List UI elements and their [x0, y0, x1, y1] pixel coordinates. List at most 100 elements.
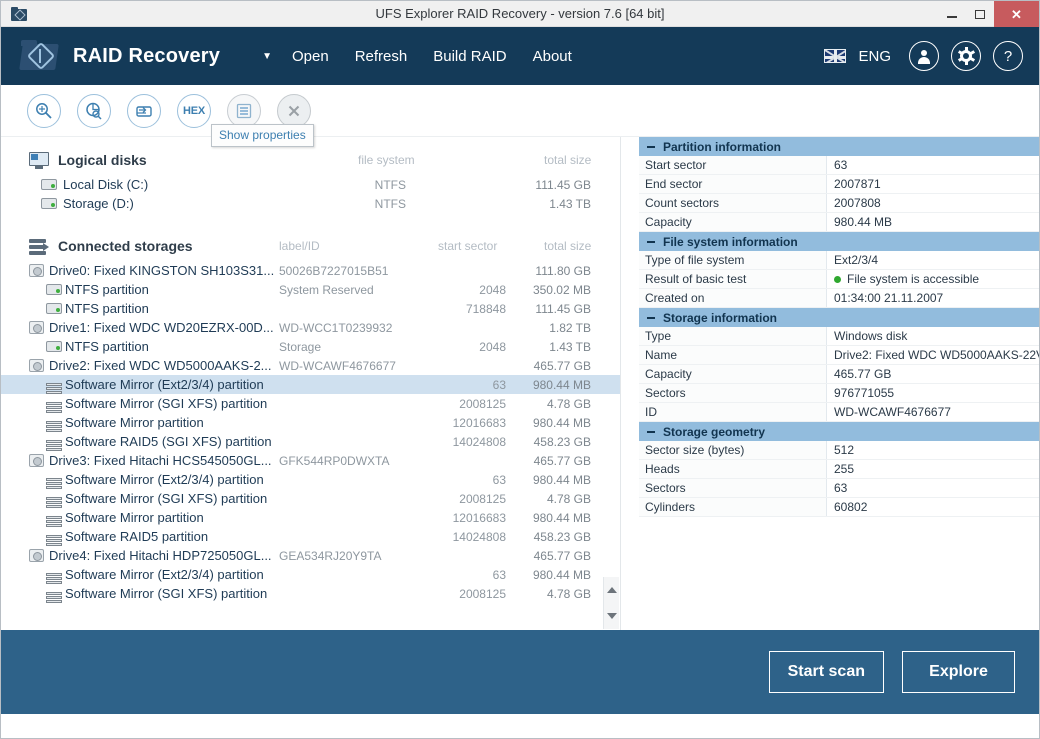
property-key: Name	[639, 346, 827, 364]
minimize-button[interactable]	[938, 1, 966, 27]
storage-drive-row[interactable]: Drive2: Fixed WDC WD5000AAKS-2... WD-WCAW…	[1, 356, 620, 375]
storage-partition-row[interactable]: NTFS partition Storage 2048 1.43 TB	[1, 337, 620, 356]
storage-row-size: 4.78 GB	[546, 491, 591, 506]
property-section-header[interactable]: Storage information	[639, 308, 1039, 327]
property-value: 976771055	[834, 386, 895, 400]
property-section-header[interactable]: Storage geometry	[639, 422, 1039, 441]
storage-row-size: 980.44 MB	[532, 510, 591, 525]
storage-drive-row[interactable]: Drive4: Fixed Hitachi HDP725050GL... GEA5…	[1, 546, 620, 565]
storage-drive-row[interactable]: Drive0: Fixed KINGSTON SH103S31... 50026B…	[1, 261, 620, 280]
storage-partition-row[interactable]: NTFS partition 718848 111.45 GB	[1, 299, 620, 318]
storage-drive-row[interactable]: Drive3: Fixed Hitachi HCS545050GL... GFK5…	[1, 451, 620, 470]
close-button[interactable]: ✕	[994, 1, 1039, 27]
connected-storages-title: Connected storages	[58, 238, 193, 254]
menu-about[interactable]: About	[533, 48, 572, 65]
storage-partition-row[interactable]: Software Mirror (SGI XFS) partition 20081…	[1, 584, 620, 603]
partition-icon	[46, 341, 62, 352]
storage-tree-pane[interactable]: Logical disks file system total size Loc…	[1, 137, 621, 630]
collapse-icon[interactable]	[647, 430, 655, 433]
storage-partition-row[interactable]: Software Mirror (SGI XFS) partition 20081…	[1, 489, 620, 508]
menu-build-raid[interactable]: Build RAID	[433, 48, 506, 65]
maximize-button[interactable]	[966, 1, 994, 27]
property-value: WD-WCAWF4676677	[834, 405, 951, 419]
gear-icon[interactable]	[951, 41, 981, 71]
storage-row-name: Drive2: Fixed WDC WD5000AAKS-2...	[49, 358, 272, 373]
storage-partition-row[interactable]: Software Mirror (Ext2/3/4) partition 63 98…	[1, 375, 620, 394]
storage-drive-row[interactable]: Drive1: Fixed WDC WD20EZRX-00D... WD-WCC1…	[1, 318, 620, 337]
raid-recovery-logo-icon	[19, 37, 61, 75]
storage-partition-row[interactable]: Software Mirror (Ext2/3/4) partition 63 98…	[1, 565, 620, 584]
collapse-icon[interactable]	[647, 145, 655, 148]
image-save-icon[interactable]	[127, 93, 161, 128]
drive-icon	[41, 179, 57, 190]
property-row: Sectors 976771055	[639, 384, 1039, 403]
storage-partition-row[interactable]: Software Mirror partition 12016683 980.44 …	[1, 508, 620, 527]
connected-storages-list: Drive0: Fixed KINGSTON SH103S31... 50026B…	[1, 261, 620, 603]
main-content: Logical disks file system total size Loc…	[1, 137, 1039, 630]
property-value: 63	[834, 158, 848, 172]
user-icon[interactable]	[909, 41, 939, 71]
col-total-size: total size	[544, 153, 592, 167]
menu-refresh[interactable]: Refresh	[355, 48, 408, 65]
hex-viewer-icon[interactable]: HEX	[177, 93, 211, 128]
storage-partition-row[interactable]: Software RAID5 (SGI XFS) partition 140248…	[1, 432, 620, 451]
storage-partition-row[interactable]: Software Mirror (SGI XFS) partition 20081…	[1, 394, 620, 413]
scroll-up-icon[interactable]	[606, 587, 617, 593]
logical-disk-size: 1.43 TB	[549, 196, 591, 211]
logical-disk-name: Storage (D:)	[63, 196, 134, 211]
logical-disk-row[interactable]: Storage (D:) NTFS 1.43 TB	[1, 194, 620, 213]
property-section-header[interactable]: Partition information	[639, 137, 1039, 156]
start-scan-button[interactable]: Start scan	[768, 651, 884, 693]
storage-row-label: 50026B7227015B51	[279, 263, 389, 278]
storage-row-label: Storage	[279, 339, 322, 354]
storage-row-name: NTFS partition	[65, 339, 149, 354]
explore-button[interactable]: Explore	[902, 651, 1015, 693]
partition-icon	[46, 284, 62, 295]
help-icon[interactable]: ?	[993, 41, 1023, 71]
chevron-down-icon[interactable]: ▼	[262, 51, 272, 62]
hard-drive-icon	[29, 321, 44, 334]
property-key: Start sector	[639, 156, 827, 174]
raid-partition-icon	[46, 516, 62, 527]
collapse-icon[interactable]	[647, 240, 655, 243]
storage-row-size: 111.80 GB	[535, 263, 591, 278]
property-value: 2007808	[834, 196, 881, 210]
property-key: ID	[639, 403, 827, 421]
property-value-cell: 255	[827, 460, 1039, 478]
tooltip-show-properties: Show properties	[211, 124, 314, 147]
storage-row-size: 465.77 GB	[533, 548, 591, 563]
language-label[interactable]: ENG	[858, 48, 891, 65]
logical-disk-row[interactable]: Local Disk (C:) NTFS 111.45 GB	[1, 175, 620, 194]
storage-row-label: GEA534RJ20Y9TA	[279, 548, 382, 563]
storage-row-name: Drive0: Fixed KINGSTON SH103S31...	[49, 263, 275, 278]
hard-drive-icon	[29, 264, 44, 277]
property-section-header[interactable]: File system information	[639, 232, 1039, 251]
property-row: Capacity 465.77 GB	[639, 365, 1039, 384]
storage-row-size: 458.23 GB	[533, 529, 591, 544]
col-start-sector: start sector	[438, 239, 498, 253]
find-icon[interactable]	[27, 93, 61, 128]
show-properties-icon[interactable]	[227, 93, 261, 128]
storage-row-name: NTFS partition	[65, 282, 149, 297]
property-row: Count sectors 2007808	[639, 194, 1039, 213]
close-storage-icon[interactable]	[277, 93, 311, 128]
storage-partition-row[interactable]: Software Mirror partition 12016683 980.44 …	[1, 413, 620, 432]
storage-row-size: 1.82 TB	[549, 320, 591, 335]
property-row: Name Drive2: Fixed WDC WD5000AAKS-22V	[639, 346, 1039, 365]
property-value: 980.44 MB	[834, 215, 893, 229]
property-key: Heads	[639, 460, 827, 478]
menu-open[interactable]: Open	[292, 48, 329, 65]
disk-analysis-icon[interactable]	[77, 93, 111, 128]
property-value-cell: 63	[827, 156, 1039, 174]
storage-partition-row[interactable]: Software Mirror (Ext2/3/4) partition 63 98…	[1, 470, 620, 489]
logical-disks-header: Logical disks file system total size	[1, 145, 620, 175]
storage-row-size: 980.44 MB	[532, 472, 591, 487]
storage-partition-row[interactable]: Software RAID5 partition 14024808 458.23 G…	[1, 527, 620, 546]
property-value-cell: Windows disk	[827, 327, 1039, 345]
scroll-down-icon[interactable]	[606, 613, 617, 619]
storage-partition-row[interactable]: NTFS partition System Reserved 2048 350.02 …	[1, 280, 620, 299]
collapse-icon[interactable]	[647, 316, 655, 319]
storage-row-size: 980.44 MB	[532, 567, 591, 582]
property-value: 255	[834, 462, 855, 476]
list-scrollbar[interactable]	[603, 577, 619, 629]
